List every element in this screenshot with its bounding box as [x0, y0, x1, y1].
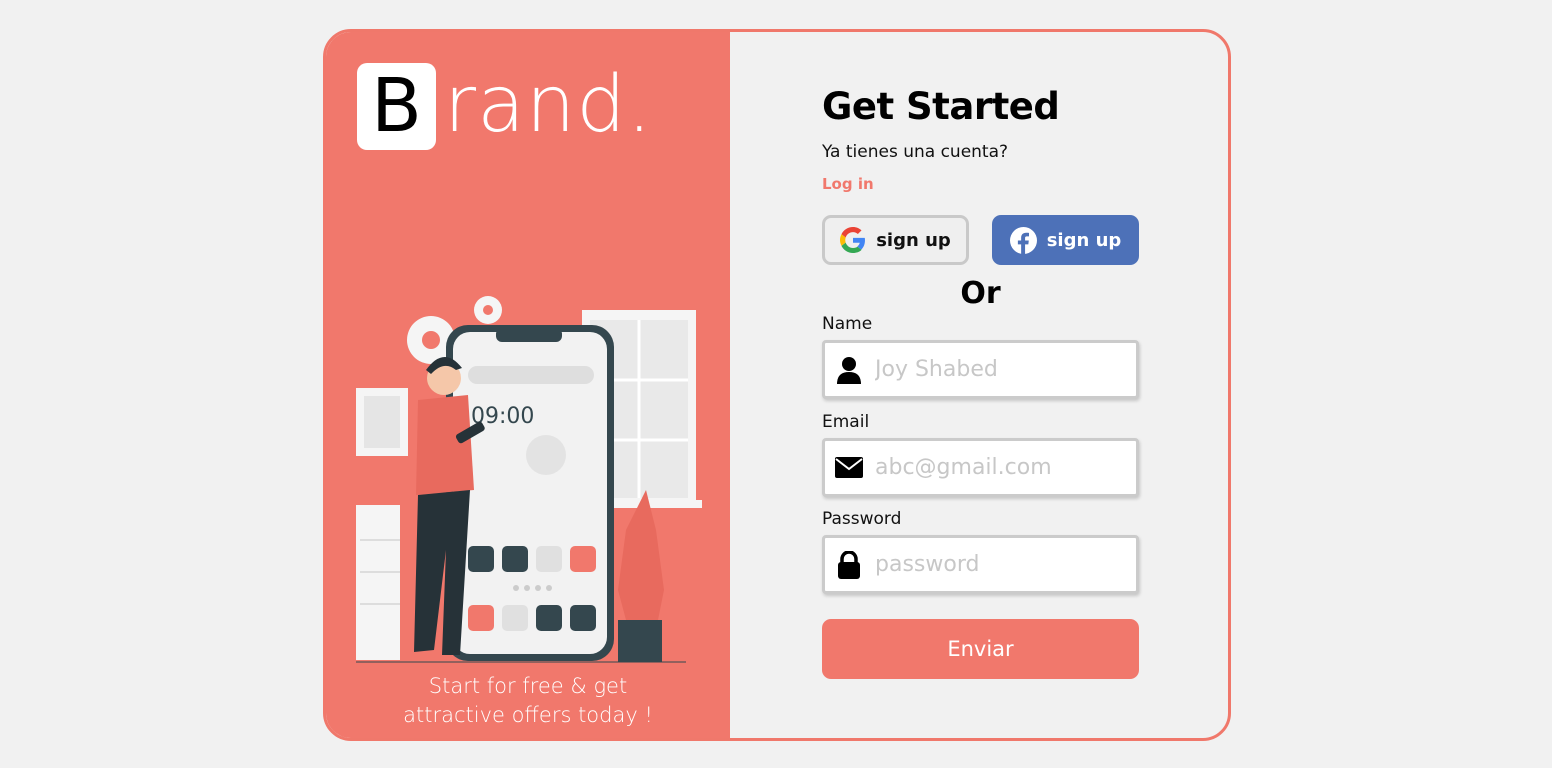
phone-illustration: 09:00 — [356, 296, 702, 663]
password-label: Password — [822, 509, 902, 529]
lock-icon — [825, 550, 873, 579]
facebook-signup-label: sign up — [1046, 229, 1122, 251]
password-input[interactable] — [873, 551, 1132, 578]
page-title: Get Started — [822, 85, 1060, 128]
envelope-icon — [825, 457, 873, 478]
email-label: Email — [822, 412, 870, 432]
email-field[interactable] — [822, 438, 1139, 497]
account-question: Ya tienes una cuenta? — [822, 142, 1009, 162]
or-divider: Or — [960, 276, 1001, 311]
login-link[interactable]: Log in — [822, 175, 874, 193]
facebook-signup-button[interactable]: sign up — [992, 215, 1139, 265]
facebook-icon — [1009, 226, 1037, 254]
google-signup-label: sign up — [876, 229, 951, 251]
submit-button[interactable]: Enviar — [822, 619, 1139, 679]
tagline: Start for free & get attractive offers t… — [326, 672, 730, 730]
email-input[interactable] — [873, 454, 1132, 481]
name-label: Name — [822, 314, 873, 334]
brand-logo-text: rand. — [444, 60, 653, 150]
user-icon — [825, 356, 873, 384]
name-input[interactable] — [873, 356, 1132, 383]
brand-panel: B rand. 09:00 Start for free & get attra… — [326, 32, 730, 738]
password-field[interactable] — [822, 535, 1139, 594]
signup-card: B rand. 09:00 Start for free & get attra… — [323, 29, 1231, 741]
signup-form: Get Started Ya tienes una cuenta? Log in… — [822, 32, 1142, 738]
name-field[interactable] — [822, 340, 1139, 399]
google-icon — [840, 227, 866, 253]
brand-logo-initial: B — [357, 63, 436, 150]
google-signup-button[interactable]: sign up — [822, 215, 969, 265]
tagline-line-1: Start for free & get — [428, 674, 628, 698]
tagline-line-2: attractive offers today ! — [403, 703, 653, 727]
